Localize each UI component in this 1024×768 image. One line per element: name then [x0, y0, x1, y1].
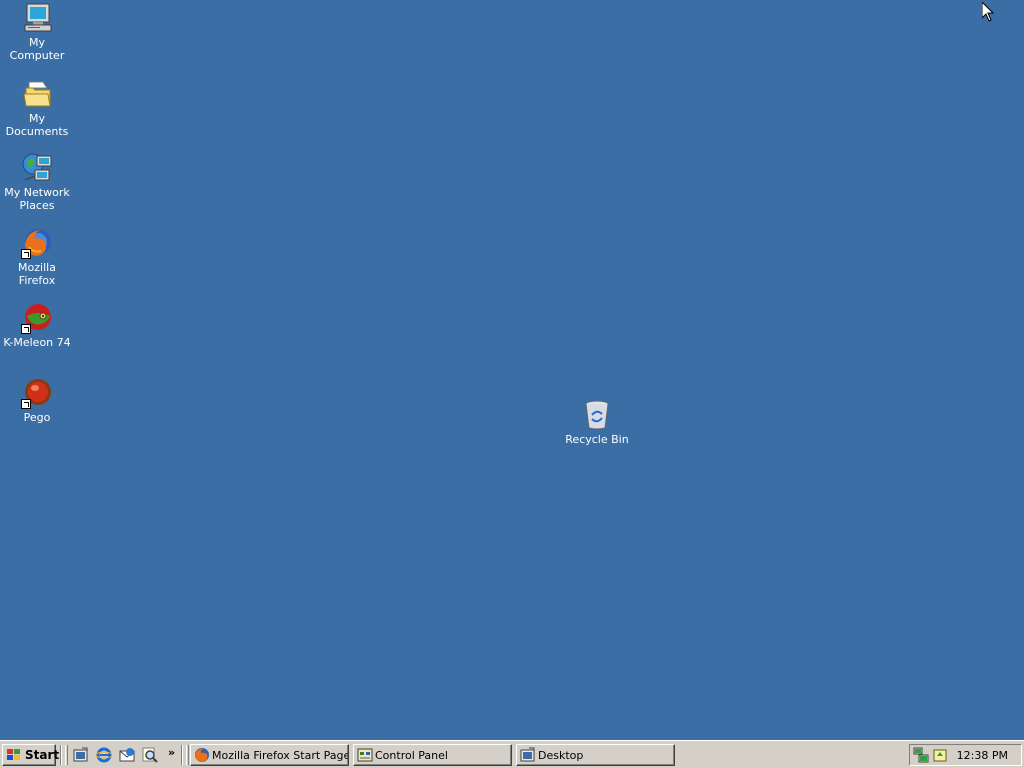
windows-logo-icon [6, 748, 22, 762]
desktop-icon-label: K-Meleon 74 [3, 336, 71, 349]
desktop-icon-pego[interactable]: Pego [0, 377, 74, 424]
desktop-icon-my-documents[interactable]: My Documents [0, 78, 74, 138]
recycle-bin-icon [581, 399, 613, 431]
desktop-icon-my-computer[interactable]: My Computer [0, 2, 74, 62]
kmeleon-icon [21, 302, 53, 334]
control-panel-icon [357, 747, 373, 763]
desktop-icon-k-meleon[interactable]: K-Meleon 74 [0, 302, 74, 349]
quick-launch-overflow-button[interactable]: » [168, 746, 175, 759]
internet-explorer-icon[interactable] [95, 746, 113, 764]
start-label: Start [25, 748, 60, 762]
desktop-icon-label: My Computer [9, 36, 65, 62]
task-button-firefox[interactable]: Mozilla Firefox Start Page... [190, 744, 349, 766]
search-icon[interactable] [141, 746, 159, 764]
update-icon[interactable] [932, 747, 948, 763]
task-label: Desktop [538, 748, 584, 762]
quick-launch-grip[interactable] [65, 745, 68, 765]
taskbar: Start » Mozilla Firefox Start Page... Co… [0, 740, 1024, 768]
shortcut-arrow-icon [21, 399, 31, 409]
mouse-cursor-icon [981, 0, 995, 25]
task-band-grip[interactable] [186, 745, 189, 765]
shortcut-arrow-icon [21, 249, 31, 259]
pego-icon [21, 377, 53, 409]
task-button-control-panel[interactable]: Control Panel [353, 744, 512, 766]
task-label: Control Panel [375, 748, 448, 762]
folder-documents-icon [21, 78, 53, 110]
task-label: Mozilla Firefox Start Page... [212, 748, 349, 762]
clock[interactable]: 12:38 PM [957, 749, 1008, 762]
system-tray: 12:38 PM [909, 744, 1022, 766]
desktop-icon-label: My Network Places [4, 186, 70, 212]
firefox-icon [21, 227, 53, 259]
taskbar-separator [60, 745, 62, 765]
desktop-icon-my-network-places[interactable]: My Network Places [0, 152, 74, 212]
shortcut-arrow-icon [21, 324, 31, 334]
network-places-icon [21, 152, 53, 184]
desktop-icon-recycle-bin[interactable]: Recycle Bin [560, 399, 634, 446]
desktop-icon-label: My Documents [5, 112, 69, 138]
desktop-icon-mozilla-firefox[interactable]: Mozilla Firefox [0, 227, 74, 287]
taskbar-separator [181, 745, 183, 765]
network-connection-icon[interactable] [913, 747, 929, 763]
outlook-express-icon[interactable] [118, 746, 136, 764]
start-button[interactable]: Start [2, 744, 60, 766]
firefox-icon [194, 747, 210, 763]
desktop-icon-label: Pego [23, 411, 51, 424]
desktop-icon-label: Recycle Bin [565, 433, 629, 446]
desktop-folder-icon [520, 747, 536, 763]
task-button-desktop[interactable]: Desktop [516, 744, 675, 766]
show-desktop-icon[interactable] [72, 746, 90, 764]
computer-icon [21, 2, 53, 34]
desktop-icon-label: Mozilla Firefox [18, 261, 56, 287]
desktop[interactable]: My Computer My Documents My Network Plac… [0, 0, 1024, 740]
